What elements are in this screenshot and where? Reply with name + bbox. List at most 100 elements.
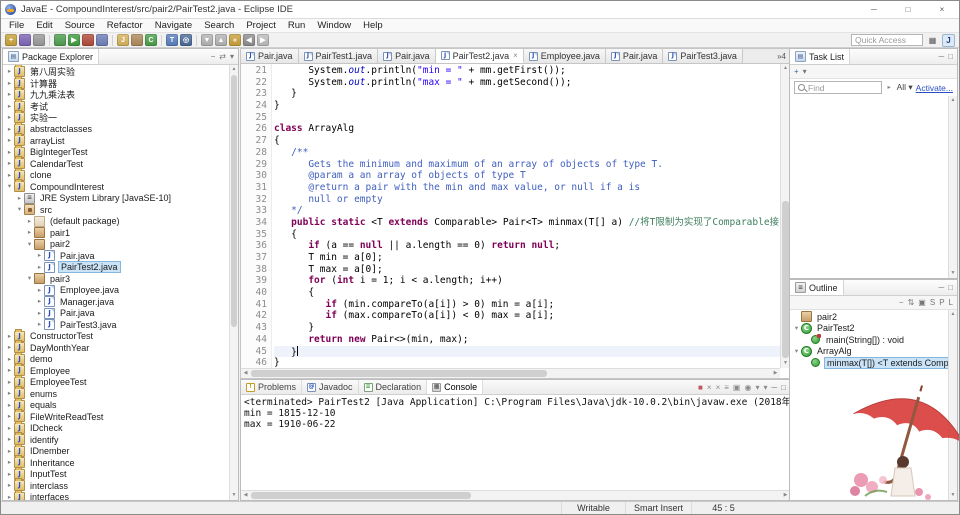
tree-item-enums[interactable]: ▸Jenums (3, 388, 229, 400)
tree-item-pair2[interactable]: ▾pair2 (3, 239, 229, 251)
new-package-button[interactable] (131, 34, 143, 46)
editor-tab-pair-java[interactable]: JPair.java (241, 49, 299, 63)
minimize-view-button[interactable]: ─ (771, 383, 777, 392)
minimize-button[interactable]: ─ (857, 1, 891, 18)
close-button[interactable]: × (925, 1, 959, 18)
expand-arrow-icon[interactable]: ▸ (5, 66, 14, 77)
open-type-button[interactable]: T (166, 34, 178, 46)
menu-window[interactable]: Window (311, 20, 357, 31)
scrollbar-thumb[interactable] (251, 492, 471, 499)
expand-arrow-icon[interactable]: ▸ (25, 227, 34, 238)
expand-arrow-icon[interactable]: ▸ (5, 365, 14, 376)
console-tab-console[interactable]: ▦Console (427, 380, 483, 394)
expand-arrow-icon[interactable]: ▸ (5, 388, 14, 399)
menu-refactor[interactable]: Refactor (101, 20, 149, 31)
previous-annotation-button[interactable]: ▲ (215, 34, 227, 46)
tree-item-manager-java[interactable]: ▸JManager.java (3, 296, 229, 308)
code-area[interactable]: System.out.println("min = " + mm.getFirs… (274, 64, 780, 368)
open-perspective-icon[interactable]: ▦ (926, 34, 939, 47)
scrollbar-thumb[interactable] (231, 75, 237, 327)
expand-arrow-icon[interactable]: ▸ (5, 112, 14, 123)
new-task-icon[interactable]: + (794, 67, 799, 76)
tree-item-filewritereadtest[interactable]: ▸JFileWriteReadTest (3, 411, 229, 423)
tree-item-clone[interactable]: ▸Jclone (3, 170, 229, 182)
tree-item-实验一[interactable]: ▸J实验一 (3, 112, 229, 124)
minimize-view-icon[interactable]: ─ (938, 283, 944, 292)
tree-item-employeetest[interactable]: ▸JEmployeeTest (3, 377, 229, 389)
collapse-all-icon[interactable]: − (899, 298, 904, 307)
clear-console-button[interactable]: ≡ (724, 383, 729, 392)
package-explorer-tab[interactable]: ▤ Package Explorer (3, 49, 99, 64)
tree-item-equals[interactable]: ▸Jequals (3, 400, 229, 412)
expand-arrow-icon[interactable]: ▸ (5, 135, 14, 146)
back-history-button[interactable]: ◀ (243, 34, 255, 46)
tree-item-daymonthyear[interactable]: ▸JDayMonthYear (3, 342, 229, 354)
expand-arrow-icon[interactable]: ▸ (35, 296, 44, 307)
tree-item-interclass[interactable]: ▸Jinterclass (3, 480, 229, 492)
expand-arrow-icon[interactable]: ▸ (5, 411, 14, 422)
tree-item-interfaces[interactable]: ▸Jinterfaces (3, 492, 229, 501)
tree-item-minmax-t-t-extends-comparab[interactable]: minmax(T[]) <T extends Comparab (790, 357, 948, 369)
tree-item-main-string-void[interactable]: main(String[]) : void (790, 334, 948, 346)
editor-tab-employee-java[interactable]: JEmployee.java (524, 49, 606, 63)
tree-item-inheritance[interactable]: ▸JInheritance (3, 457, 229, 469)
tree-item-pair-java[interactable]: ▸JPair.java (3, 250, 229, 262)
expand-arrow-icon[interactable]: ▸ (5, 492, 14, 500)
expand-arrow-icon[interactable]: ▸ (5, 377, 14, 388)
tree-item-compoundinterest[interactable]: ▾JCompoundInterest (3, 181, 229, 193)
scroll-down-arrow[interactable]: ▼ (949, 269, 957, 278)
expand-arrow-icon[interactable]: ▸ (15, 193, 24, 204)
line-number-gutter[interactable]: 2122232425262728293031323334353637383940… (248, 64, 272, 368)
expand-arrow-icon[interactable]: ▸ (5, 331, 14, 342)
expand-arrow-icon[interactable]: ▸ (5, 147, 14, 158)
scroll-lock-button[interactable]: ▣ (733, 383, 741, 392)
folding-margin[interactable] (241, 64, 248, 368)
hide-local-types-icon[interactable]: L (949, 298, 953, 307)
menu-help[interactable]: Help (357, 20, 389, 31)
save-button[interactable] (19, 34, 31, 46)
open-console-button[interactable]: ▾ (763, 383, 767, 392)
tree-item-src[interactable]: ▾src (3, 204, 229, 216)
collapse-all-icon[interactable]: − (211, 52, 216, 61)
tree-item-idnember[interactable]: ▸JIDnember (3, 446, 229, 458)
remove-all-launches-button[interactable]: × (716, 383, 721, 392)
scroll-left-arrow[interactable]: ◀ (241, 369, 250, 378)
tree-item-constructortest[interactable]: ▸JConstructorTest (3, 331, 229, 343)
coverage-button[interactable] (82, 34, 94, 46)
tree-item-bigintegertest[interactable]: ▸JBigIntegerTest (3, 147, 229, 159)
close-tab-icon[interactable]: × (513, 51, 518, 60)
find-input[interactable]: Find (794, 81, 882, 94)
terminate-button[interactable]: ■ (698, 383, 703, 392)
new-wizard-button[interactable]: + (5, 34, 17, 46)
scroll-up-arrow[interactable]: ▲ (230, 65, 238, 74)
search-button[interactable]: ◎ (180, 34, 192, 46)
tree-item-default-package[interactable]: ▸(default package) (3, 216, 229, 228)
editor-horizontal-scrollbar[interactable]: ◀ ▶ (241, 368, 780, 378)
tree-item-employee[interactable]: ▸JEmployee (3, 365, 229, 377)
filter-all-dropdown[interactable]: All ▾ (897, 82, 913, 93)
maximize-view-icon[interactable]: □ (948, 52, 953, 61)
tab-overflow-indicator[interactable]: »4 (773, 49, 790, 63)
scroll-down-arrow[interactable]: ▼ (230, 491, 238, 500)
expand-arrow-icon[interactable]: ▸ (5, 89, 14, 100)
tree-item-demo[interactable]: ▸Jdemo (3, 354, 229, 366)
editor-tab-pair-java[interactable]: JPair.java (606, 49, 664, 63)
console-output[interactable]: <terminated> PairTest2 [Java Application… (241, 395, 790, 490)
hide-static-members-icon[interactable]: S (930, 298, 935, 307)
tree-item-jre-system-library-javase-10[interactable]: ▸≡JRE System Library [JavaSE-10] (3, 193, 229, 205)
scroll-up-arrow[interactable]: ▲ (949, 310, 957, 319)
editor-tab-pair-java[interactable]: JPair.java (378, 49, 436, 63)
tree-item-calendartest[interactable]: ▸JCalendarTest (3, 158, 229, 170)
next-annotation-button[interactable]: ▼ (201, 34, 213, 46)
scroll-up-arrow[interactable]: ▲ (949, 96, 957, 105)
last-edit-location-button[interactable]: « (229, 34, 241, 46)
tree-item-pair2[interactable]: pair2 (790, 311, 948, 323)
expand-arrow-icon[interactable]: ▸ (5, 342, 14, 353)
console-tab-javadoc[interactable]: @Javadoc (302, 380, 359, 394)
expand-arrow-icon[interactable]: ▸ (35, 250, 44, 261)
code-editor[interactable]: 2122232425262728293031323334353637383940… (240, 64, 791, 379)
editor-tab-pairtest1-java[interactable]: JPairTest1.java (299, 49, 379, 63)
tree-item-employee-java[interactable]: ▸JEmployee.java (3, 285, 229, 297)
package-explorer-scrollbar[interactable]: ▲ ▼ (229, 65, 238, 500)
expand-arrow-icon[interactable]: ▸ (35, 308, 44, 319)
